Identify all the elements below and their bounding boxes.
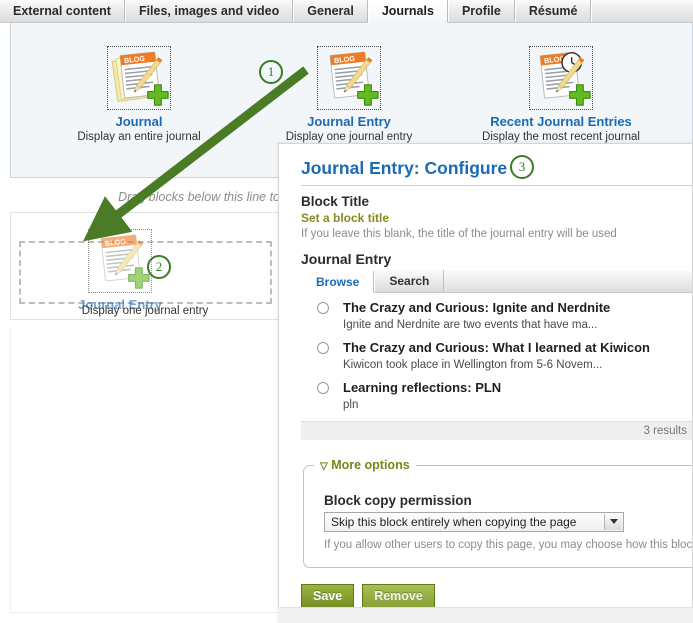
tab-bar-filler bbox=[591, 0, 693, 22]
palette-block-desc: Display one journal entry bbox=[285, 131, 413, 143]
radio-button[interactable] bbox=[317, 382, 329, 394]
palette-block-desc: Display an entire journal bbox=[77, 131, 201, 143]
tab-label: Browse bbox=[316, 274, 360, 289]
title-divider bbox=[301, 185, 692, 186]
block-copy-permission-help: If you allow other users to copy this pa… bbox=[324, 539, 693, 551]
tab-label: Files, images and video bbox=[138, 4, 280, 18]
configure-panel: Journal Entry: Configure Block Title Set… bbox=[278, 143, 693, 623]
list-item[interactable]: The Crazy and Curious: What I learned at… bbox=[301, 333, 692, 373]
drag-hint-text: Drag blocks below this line to bbox=[118, 190, 280, 204]
tab-label: Journals bbox=[381, 4, 434, 18]
tab-label: Search bbox=[389, 274, 430, 288]
result-desc: Ignite and Nerdnite are two events that … bbox=[343, 319, 598, 331]
recent-journal-entries-icon: BLOG bbox=[529, 46, 593, 110]
tab-label: Profile bbox=[461, 4, 501, 18]
chevron-down-icon: ▽ bbox=[320, 461, 328, 472]
callout-number: 2 bbox=[155, 259, 163, 274]
page-column-lower[interactable] bbox=[10, 328, 280, 613]
tab-files-images-video[interactable]: Files, images and video bbox=[124, 0, 294, 22]
journal-entry-icon-svg: BLOG bbox=[329, 51, 379, 106]
tab-profile[interactable]: Profile bbox=[447, 0, 515, 22]
palette-block-title[interactable]: Journal bbox=[44, 114, 234, 129]
more-options-fieldset: ▽ More options Block copy permission Ski… bbox=[303, 458, 693, 568]
journal-entry-section-label: Journal Entry bbox=[301, 251, 392, 267]
result-title: The Crazy and Curious: What I learned at… bbox=[343, 340, 650, 355]
journal-icon-svg: BLOG bbox=[111, 51, 169, 106]
callout-1: 1 bbox=[259, 60, 283, 84]
configure-panel-title: Journal Entry: Configure bbox=[301, 158, 508, 178]
list-item[interactable]: The Crazy and Curious: Ignite and Nerdni… bbox=[301, 293, 692, 333]
more-options-label: More options bbox=[331, 458, 410, 472]
palette-block-recent-journal-entries[interactable]: BLOG Recent Journal Entries Display the … bbox=[466, 46, 656, 155]
callout-number: 1 bbox=[267, 64, 275, 79]
palette-block-journal-entry[interactable]: BLOG Journal Entry Display one journal e… bbox=[254, 46, 444, 143]
tab-resume[interactable]: Résumé bbox=[514, 0, 592, 22]
remove-button[interactable]: Remove bbox=[362, 584, 435, 609]
save-button[interactable]: Save bbox=[301, 584, 355, 609]
dragged-block-desc: Display one journal entry bbox=[81, 305, 209, 317]
chevron-down-icon[interactable] bbox=[604, 514, 622, 530]
block-title-help: If you leave this blank, the title of th… bbox=[301, 228, 617, 240]
callout-number: 3 bbox=[518, 159, 526, 174]
tab-journals[interactable]: Journals bbox=[367, 0, 448, 23]
configure-panel-footer-strip bbox=[278, 607, 693, 623]
radio-button[interactable] bbox=[317, 342, 329, 354]
tab-external-content[interactable]: External content bbox=[0, 0, 125, 22]
radio-button[interactable] bbox=[317, 302, 329, 314]
callout-3: 3 bbox=[510, 155, 534, 179]
tab-search[interactable]: Search bbox=[374, 270, 445, 292]
result-desc: pln bbox=[343, 399, 359, 411]
journal-entry-icon: BLOG bbox=[317, 46, 381, 110]
result-desc: Kiwicon took place in Wellington from 5-… bbox=[343, 359, 603, 371]
tab-general[interactable]: General bbox=[293, 0, 368, 22]
tab-label: External content bbox=[13, 4, 111, 18]
tab-label: General bbox=[307, 4, 354, 18]
journal-entry-icon-svg: BLOG bbox=[100, 234, 150, 289]
block-title-label: Block Title bbox=[301, 194, 370, 209]
result-title: Learning reflections: PLN bbox=[343, 380, 502, 395]
selected-option: Skip this block entirely when copying th… bbox=[331, 515, 577, 529]
list-item[interactable]: Learning reflections: PLN pln bbox=[301, 373, 692, 413]
callout-2: 2 bbox=[147, 255, 171, 279]
tab-browse[interactable]: Browse bbox=[301, 271, 375, 293]
set-block-title-link[interactable]: Set a block title bbox=[301, 211, 692, 225]
tab-label: Résumé bbox=[528, 4, 578, 18]
more-options-toggle[interactable]: ▽ More options bbox=[314, 458, 416, 472]
block-copy-permission-label: Block copy permission bbox=[324, 493, 472, 508]
browse-search-tab-bar: Browse Search bbox=[301, 270, 692, 293]
result-title: The Crazy and Curious: Ignite and Nerdni… bbox=[343, 300, 611, 315]
journal-entry-results-list: The Crazy and Curious: Ignite and Nerdni… bbox=[301, 293, 692, 440]
journal-icon: BLOG bbox=[107, 46, 171, 110]
journal-entry-icon: BLOG bbox=[88, 229, 152, 293]
form-button-row: Save Remove bbox=[301, 584, 692, 609]
palette-block-title[interactable]: Recent Journal Entries bbox=[466, 114, 656, 129]
block-copy-permission-select[interactable]: Skip this block entirely when copying th… bbox=[324, 512, 624, 532]
results-count: 3 results bbox=[301, 421, 692, 440]
recent-journal-entries-icon-svg: BLOG bbox=[539, 51, 591, 106]
palette-block-journal[interactable]: BLOG Journal Display an entire journal bbox=[44, 46, 234, 143]
main-tab-bar: External content Files, images and video… bbox=[0, 0, 693, 23]
palette-block-title[interactable]: Journal Entry bbox=[254, 114, 444, 129]
